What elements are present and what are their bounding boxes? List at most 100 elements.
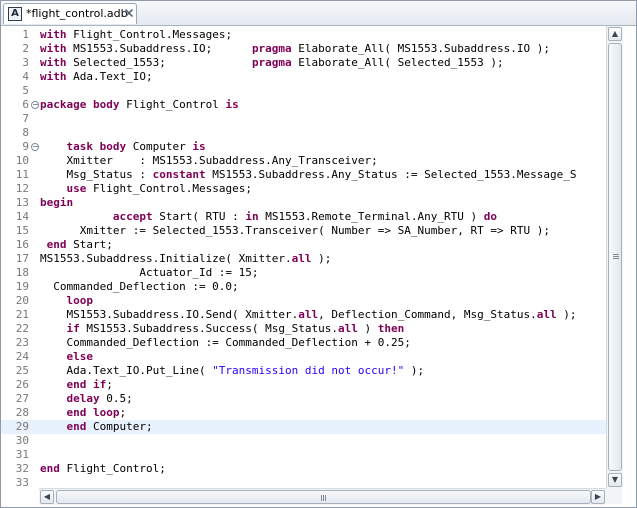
line-number: 32 [15,462,29,475]
line-number: 26 [15,378,29,391]
code-line[interactable]: 1 with Flight_Control.Messages; [1,28,606,42]
editor-window: A *flight_control.adb 1 with Flight_Contr… [0,0,637,508]
line-number: 11 [15,168,29,181]
line-number: 24 [15,350,29,363]
scroll-up-button[interactable]: ▲ [608,27,622,41]
code-line[interactable]: 33 [1,476,606,488]
keyword: end [66,420,87,433]
code-line[interactable]: 27 delay 0.5; [1,392,606,406]
code-line[interactable]: 21 MS1553.Subaddress.IO.Send( Xmitter.al… [1,308,606,322]
code-text: MS1553.Subaddress.Initialize( Xmitter.al… [40,252,331,266]
code-line[interactable]: 31 [1,448,606,462]
code-line[interactable]: 9− task body Computer is [1,140,606,154]
code-text: if MS1553.Subaddress.Success( Msg_Status… [40,322,405,336]
code-token: Ada.Text_IO; [66,70,153,83]
code-text: accept Start( RTU : in MS1553.Remote_Ter… [40,210,497,224]
code-line[interactable]: 12 use Flight_Control.Messages; [1,182,606,196]
vertical-scroll-thumb[interactable] [608,43,622,471]
line-number: 1 [22,28,29,41]
keyword: all [338,322,358,335]
code-line[interactable]: 10 Xmitter : MS1553.Subaddress.Any_Trans… [1,154,606,168]
code-token: , Deflection_Command, Msg_Status. [318,308,537,321]
code-text: Xmitter : MS1553.Subaddress.Any_Transcei… [40,154,377,168]
code-line[interactable]: 30 [1,434,606,448]
scroll-right-button[interactable]: ▶ [591,490,605,504]
keyword: constant [152,168,206,181]
code-token: 0.5; [99,392,133,405]
code-line[interactable]: 5 [1,84,606,98]
line-number: 4 [22,70,29,83]
code-text: MS1553.Subaddress.IO.Send( Xmitter.all, … [40,308,576,322]
code-line[interactable]: 19 Commanded_Deflection := 0.0; [1,280,606,294]
keyword: with [40,56,67,69]
code-line[interactable]: 6− package body Flight_Control is [1,98,606,112]
code-line[interactable]: 7 [1,112,606,126]
line-number: 14 [15,210,29,223]
code-token: Start( RTU : [152,210,246,223]
scrollbar-corner [606,488,622,504]
code-line[interactable]: 25 Ada.Text_IO.Put_Line( "Transmission d… [1,364,606,378]
code-line[interactable]: 16 end Start; [1,238,606,252]
horizontal-scroll-thumb[interactable] [56,490,591,504]
code-line[interactable]: 28 end loop; [1,406,606,420]
code-token: MS1553.Subaddress.Any_Status := Selected… [205,168,577,181]
horizontal-scrollbar[interactable]: ◀ ▶ [39,488,606,505]
code-line[interactable]: 24 else [1,350,606,364]
code-line[interactable]: 17 MS1553.Subaddress.Initialize( Xmitter.… [1,252,606,266]
line-number: 5 [22,84,29,97]
code-line[interactable]: 13 begin [1,196,606,210]
keyword: end [46,238,67,251]
code-token: MS1553.Subaddress.IO.Send( Xmitter. [40,308,299,321]
code-line[interactable]: 20 loop [1,294,606,308]
code-line[interactable]: 11 Msg_Status : constant MS1553.Subaddre… [1,168,606,182]
keyword: with [40,42,67,55]
code-token: Xmitter := Selected_1553.Transceiver( Nu… [40,224,550,237]
string-literal: "Transmission did not occur!" [212,364,405,377]
code-line[interactable]: 29 end Computer; [1,420,606,434]
code-text: task body Computer is [40,140,206,154]
line-number: 18 [15,266,29,279]
fold-toggle-icon[interactable]: − [31,101,39,109]
tab-flight-control[interactable]: A *flight_control.adb [3,3,137,24]
code-line[interactable]: 23 Commanded_Deflection := Commanded_Def… [1,336,606,350]
code-token: Start; [66,238,113,251]
line-number: 22 [15,322,29,335]
code-line[interactable]: 14 accept Start( RTU : in MS1553.Remote_… [1,210,606,224]
line-number: 20 [15,294,29,307]
keyword: with [40,28,67,41]
code-line[interactable]: 3 with Selected_1553; pragma Elaborate_Al… [1,56,606,70]
code-line[interactable]: 18 Actuator_Id := 15; [1,266,606,280]
code-text: Xmitter := Selected_1553.Transceiver( Nu… [40,224,550,238]
code-line[interactable]: 8 [1,126,606,140]
code-line[interactable]: 22 if MS1553.Subaddress.Success( Msg_Sta… [1,322,606,336]
scroll-left-button[interactable]: ◀ [40,490,54,504]
scroll-down-button[interactable]: ▼ [608,473,622,487]
code-editor[interactable]: 1 with Flight_Control.Messages; 2 with MS15… [1,26,606,488]
keyword: in [245,210,259,223]
code-line[interactable]: 15 Xmitter := Selected_1553.Transceiver(… [1,224,606,238]
code-text: with Selected_1553; pragma Elaborate_All… [40,56,504,70]
keyword: end loop [66,406,120,419]
code-line[interactable]: 26 end if; [1,378,606,392]
line-number: 23 [15,336,29,349]
line-number: 6 [22,98,29,111]
code-line[interactable]: 32 end Flight_Control; [1,462,606,476]
line-number: 19 [15,280,29,293]
code-text: Ada.Text_IO.Put_Line( "Transmission did … [40,364,424,378]
vertical-scrollbar[interactable]: ▲ ▼ [606,26,623,488]
code-text: delay 0.5; [40,392,133,406]
fold-toggle-icon[interactable]: − [31,143,39,151]
keyword: pragma [251,42,292,55]
code-line[interactable]: 4 with Ada.Text_IO; [1,70,606,84]
code-text: end Flight_Control; [40,462,166,476]
line-number: 30 [15,434,29,447]
code-text: package body Flight_Control is [40,98,239,112]
code-line[interactable]: 2 with MS1553.Subaddress.IO; pragma Elabo… [1,42,606,56]
close-icon[interactable] [123,7,135,19]
code-token: Computer; [86,420,153,433]
code-text: with Ada.Text_IO; [40,70,153,84]
code-text: else [40,350,94,364]
